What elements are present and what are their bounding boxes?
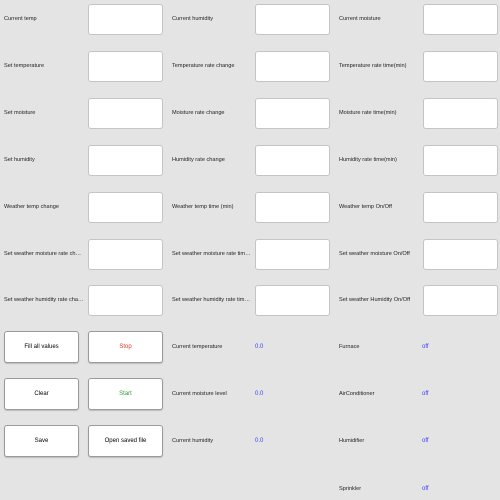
current-humidity-value: 0.0 (255, 438, 264, 444)
clear-button[interactable]: Clear (4, 378, 79, 410)
weather-temp-onoff-label: Weather temp On/Off (339, 204, 392, 210)
weather-humidity-rate-change-input[interactable] (88, 285, 163, 316)
current-humidity-status-label: Current humidity (172, 438, 214, 444)
moisture-rate-change-label: Moisture rate change (172, 110, 225, 116)
current-humidity-input[interactable] (255, 4, 330, 35)
set-weather-moisture-rate-change-label: Set weather moisture rate change (4, 251, 84, 257)
current-moisture-input[interactable] (423, 4, 498, 35)
humidity-rate-change-label: Humidity rate change (172, 157, 225, 163)
humidity-rate-time-label: Humidity rate time(min) (339, 157, 397, 163)
current-temp-input[interactable] (88, 4, 163, 35)
set-moisture-label: Set moisture (4, 110, 36, 116)
set-humidity-input[interactable] (88, 145, 163, 176)
current-temp-label: Current temp (4, 16, 37, 22)
weather-temp-time-label: Weather temp time (min) (172, 204, 234, 210)
humidifier-label: Humidifier (339, 438, 365, 444)
fill-all-values-button[interactable]: Fill all values (4, 331, 79, 363)
set-temperature-label: Set temperature (4, 63, 45, 69)
save-button[interactable]: Save (4, 425, 79, 457)
airconditioner-state: off (422, 391, 429, 397)
open-saved-file-button[interactable]: Open saved file (88, 425, 163, 457)
current-temperature-value: 0.0 (255, 344, 264, 350)
weather-moisture-onoff-input[interactable] (423, 239, 498, 270)
set-moisture-input[interactable] (88, 98, 163, 129)
set-weather-humidity-onoff-label: Set weather Humidity On/Off (339, 297, 411, 303)
temperature-rate-change-input[interactable] (255, 51, 330, 82)
airconditioner-label: AirConditioner (339, 391, 375, 397)
current-moisture-label: Current moisture (339, 16, 381, 22)
temperature-rate-time-label: Temperature rate time(min) (339, 63, 407, 69)
sprinkler-state: off (422, 486, 429, 492)
weather-humidity-onoff-input[interactable] (423, 285, 498, 316)
set-weather-humidity-rate-time-label: Set weather humidity rate time (... (172, 297, 252, 303)
furnace-label: Furnace (339, 344, 360, 350)
current-humidity-label: Current humidity (172, 16, 214, 22)
weather-temp-onoff-input[interactable] (423, 192, 498, 223)
current-temperature-label: Current temperature (172, 344, 223, 350)
weather-moisture-rate-time-input[interactable] (255, 239, 330, 270)
stop-button[interactable]: Stop (88, 331, 163, 363)
current-moisture-level-label: Current moisture level (172, 391, 227, 397)
set-temperature-input[interactable] (88, 51, 163, 82)
current-moisture-level-value: 0.0 (255, 391, 264, 397)
set-weather-moisture-rate-time-label: Set weather moisture rate time (... (172, 251, 252, 257)
moisture-rate-time-input[interactable] (423, 98, 498, 129)
weather-humidity-rate-time-input[interactable] (255, 285, 330, 316)
weather-temp-change-input[interactable] (88, 192, 163, 223)
sprinkler-label: Sprinkler (339, 486, 362, 492)
set-weather-moisture-onoff-label: Set weather moisture On/Off (339, 251, 410, 257)
humidity-rate-change-input[interactable] (255, 145, 330, 176)
moisture-rate-change-input[interactable] (255, 98, 330, 129)
weather-moisture-rate-change-input[interactable] (88, 239, 163, 270)
set-weather-humidity-rate-change-label: Set weather humidity rate change (4, 297, 84, 303)
moisture-rate-time-label: Moisture rate time(min) (339, 110, 397, 116)
start-button[interactable]: Start (88, 378, 163, 410)
weather-temp-time-input[interactable] (255, 192, 330, 223)
temperature-rate-change-label: Temperature rate change (172, 63, 235, 69)
furnace-state: off (422, 344, 429, 350)
humidity-rate-time-input[interactable] (423, 145, 498, 176)
temperature-rate-time-input[interactable] (423, 51, 498, 82)
humidifier-state: off (422, 438, 429, 444)
set-humidity-label: Set humidity (4, 157, 35, 163)
weather-temp-change-label: Weather temp change (4, 204, 59, 210)
